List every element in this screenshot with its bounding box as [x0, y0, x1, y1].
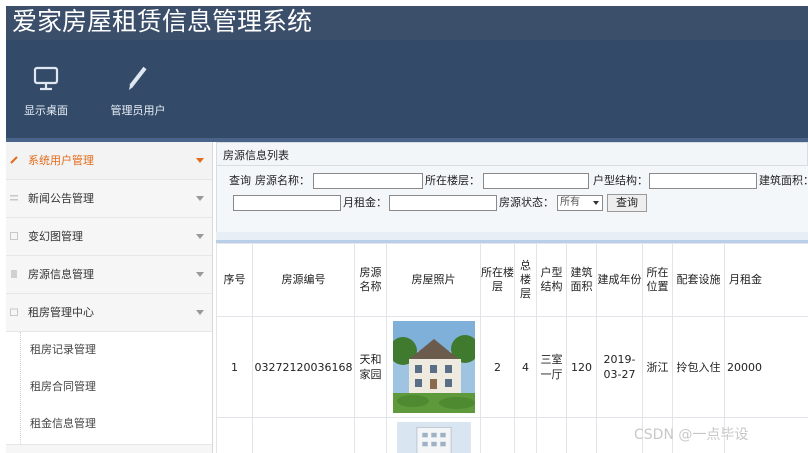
sidebar: 系统用户管理 新闻公告管理 变幻图管理 房源信息管理 租房管理中心 租房记录管理: [6, 142, 213, 453]
cell-area: 120: [566, 316, 597, 418]
col-header: 房屋照片: [386, 243, 481, 317]
table-row[interactable]: 1 03272120036168 天和家园 2 4 三室一厅 120 2019-…: [216, 316, 808, 418]
rental-submenu: 租房记录管理 租房合同管理 租金信息管理: [6, 332, 212, 445]
sidebar-subitem-rental-records[interactable]: 租房记录管理: [6, 332, 212, 369]
cell-empty: [216, 417, 253, 453]
status-select-value: 所有: [560, 197, 580, 208]
sidebar-item-system-users[interactable]: 系统用户管理: [6, 142, 212, 180]
area-label: 建筑面积：: [759, 174, 808, 187]
sidebar-item-label: 房源信息管理: [28, 268, 94, 281]
app-title: 爱家房屋租赁信息管理系统: [12, 7, 313, 36]
toolbar: 显示桌面 管理员用户: [6, 40, 808, 140]
cell-index: 1: [216, 316, 253, 418]
cell-house-id: 03272120036168: [252, 316, 355, 418]
panel-header: 房源信息列表: [216, 142, 808, 166]
rent-label: 月租金：: [343, 196, 387, 209]
panel-title: 房源信息列表: [223, 149, 289, 162]
table-spacer: [216, 232, 808, 240]
pencil-icon: [129, 66, 147, 90]
sidebar-item-news[interactable]: 新闻公告管理: [6, 180, 212, 218]
col-header: 总楼层: [514, 243, 537, 317]
sidebar-subitem-label: 租房记录管理: [30, 343, 96, 356]
query-label: 查询: [229, 174, 251, 187]
chevron-down-icon: [196, 196, 204, 201]
status-label: 房源状态：: [499, 196, 554, 209]
document-icon: [11, 270, 17, 278]
listing-table: 序号 房源编号 房源名称 房屋照片 所在楼层 总楼层 户型结构 建筑面积 建成年…: [216, 243, 808, 453]
cell-structure: 三室一厅: [536, 316, 567, 418]
sidebar-item-label: 新闻公告管理: [28, 192, 94, 205]
col-header: 序号: [216, 243, 253, 317]
cell-rent: 20000: [724, 316, 808, 418]
chevron-down-icon: [196, 310, 204, 315]
rent-input[interactable]: [389, 195, 497, 211]
col-header: 房源编号: [252, 243, 355, 317]
house-name-input[interactable]: [313, 173, 423, 189]
cell-floor: 2: [480, 316, 515, 418]
col-header: 所在位置: [642, 243, 673, 317]
sidebar-item-slideshow[interactable]: 变幻图管理: [6, 218, 212, 256]
list-icon: [10, 195, 18, 201]
cell-empty: [480, 417, 515, 453]
col-header: 户型结构: [536, 243, 567, 317]
chevron-down-icon: [196, 272, 204, 277]
sidebar-subitem-contracts[interactable]: 租房合同管理: [6, 369, 212, 406]
house-photo: [392, 321, 475, 413]
col-header: 配套设施: [672, 243, 725, 317]
main-panel: 房源信息列表 查询 房源名称： 所在楼层： 户型结构： 建筑面积： 月租金： 房…: [216, 142, 808, 453]
cell-facilities: 拎包入住: [672, 316, 725, 418]
col-header: 所在楼层: [480, 243, 515, 317]
status-select[interactable]: 所有: [557, 195, 603, 211]
query-button[interactable]: 查询: [607, 194, 647, 212]
col-header: 房源名称: [354, 243, 387, 317]
col-header: 建成年份: [596, 243, 643, 317]
admin-user-label: 管理员用户: [110, 104, 166, 117]
sidebar-item-label: 系统用户管理: [28, 154, 94, 167]
image-icon: [10, 232, 18, 240]
sidebar-subitem-label: 租房合同管理: [30, 380, 96, 393]
show-desktop-label: 显示桌面: [24, 104, 68, 117]
floor-label: 所在楼层：: [425, 174, 480, 187]
cell-empty: [536, 417, 567, 453]
cell-photo: [386, 316, 481, 418]
cell-empty: [566, 417, 597, 453]
edit-icon: [10, 156, 18, 164]
floor-input[interactable]: [483, 173, 589, 189]
cell-location: 浙江: [642, 316, 673, 418]
chevron-down-icon: [196, 234, 204, 239]
title-bar: 爱家房屋租赁信息管理系统: [6, 6, 808, 40]
cell-build-year: 2019-03-27: [596, 316, 643, 418]
sidebar-subitem-rent-info[interactable]: 租金信息管理: [6, 406, 212, 443]
cell-empty: [354, 417, 387, 453]
search-form: 查询 房源名称： 所在楼层： 户型结构： 建筑面积： 月租金： 房源状态： 所有…: [216, 166, 808, 232]
sidebar-item-listings[interactable]: 房源信息管理: [6, 256, 212, 294]
structure-label: 户型结构：: [593, 174, 648, 187]
admin-user-button[interactable]: 管理员用户: [98, 50, 178, 130]
area-input[interactable]: [233, 195, 341, 211]
sidebar-item-label: 租房管理中心: [28, 306, 94, 319]
building-photo: [396, 422, 471, 453]
calendar-icon: [10, 308, 18, 316]
chevron-down-icon: [593, 201, 599, 205]
sidebar-item-label: 变幻图管理: [28, 230, 83, 243]
sidebar-item-rental-center[interactable]: 租房管理中心: [6, 294, 212, 332]
cell-total-floors: 4: [514, 316, 537, 418]
monitor-icon: [33, 66, 59, 91]
sidebar-item-next[interactable]: [6, 445, 212, 453]
chevron-down-icon: [196, 158, 204, 163]
cell-empty: [514, 417, 537, 453]
col-header: 建筑面积: [566, 243, 597, 317]
table-header-row: 序号 房源编号 房源名称 房屋照片 所在楼层 总楼层 户型结构 建筑面积 建成年…: [216, 243, 808, 317]
watermark: CSDN @一点毕设: [634, 427, 749, 443]
cell-house-name: 天和家园: [354, 316, 387, 418]
app-window: 爱家房屋租赁信息管理系统 显示桌面 管理员用户 系统用户管理 新闻公告管理 变幻…: [6, 6, 808, 453]
sidebar-subitem-label: 租金信息管理: [30, 417, 96, 430]
structure-input[interactable]: [649, 173, 757, 189]
name-label: 房源名称：: [255, 174, 310, 187]
col-header: 月租金: [724, 243, 808, 317]
show-desktop-button[interactable]: 显示桌面: [6, 50, 86, 130]
cell-photo: [386, 417, 481, 453]
cell-empty: [252, 417, 355, 453]
